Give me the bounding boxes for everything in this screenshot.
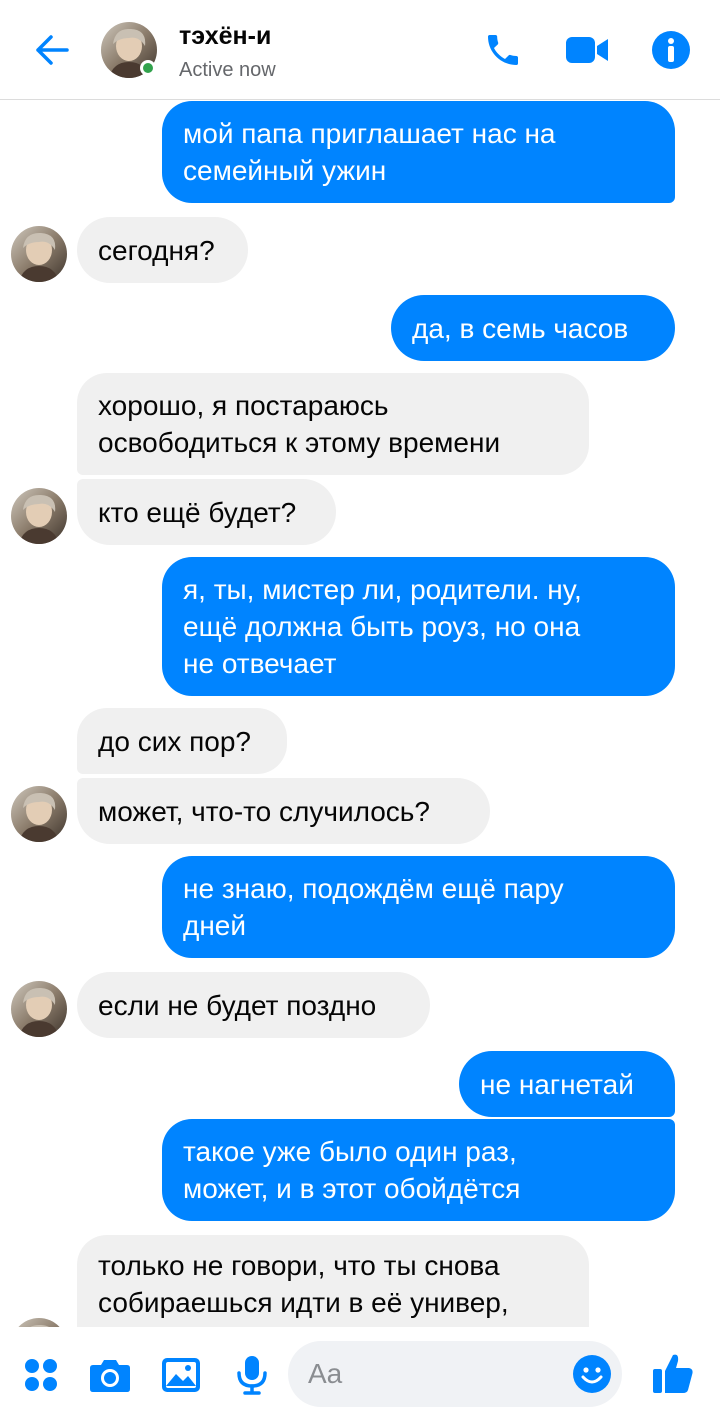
message-bubble-incoming[interactable]: если не будет поздно xyxy=(77,972,430,1038)
like-button[interactable] xyxy=(649,1349,697,1397)
message-bubble-incoming[interactable]: только не говори, что ты снова собираешь… xyxy=(77,1235,589,1327)
video-camera-icon xyxy=(566,37,608,63)
camera-button[interactable] xyxy=(88,1353,132,1397)
gallery-button[interactable] xyxy=(159,1353,203,1397)
message-bubble-incoming[interactable]: может, что-то случилось? xyxy=(77,778,490,844)
voice-message-button[interactable] xyxy=(230,1353,274,1397)
contact-status: Active now xyxy=(179,59,276,81)
sender-avatar[interactable] xyxy=(11,226,67,282)
message-bubble-outgoing[interactable]: такое уже было один раз, может, и в этот… xyxy=(162,1119,675,1221)
smiley-emoji-icon xyxy=(573,1355,611,1393)
info-icon xyxy=(652,31,690,69)
video-call-button[interactable] xyxy=(565,28,609,72)
emoji-button[interactable] xyxy=(572,1354,612,1394)
sender-avatar[interactable] xyxy=(11,1318,67,1327)
call-button[interactable] xyxy=(481,28,525,72)
message-list[interactable]: мой папа приглашает нас на семейный ужин… xyxy=(0,101,720,1327)
sender-avatar[interactable] xyxy=(11,981,67,1037)
message-bubble-outgoing[interactable]: не нагнетай xyxy=(459,1051,675,1117)
image-icon xyxy=(162,1358,200,1392)
composer-bar xyxy=(0,1327,720,1424)
message-bubble-outgoing[interactable]: мой папа приглашает нас на семейный ужин xyxy=(162,101,675,203)
message-bubble-outgoing[interactable]: не знаю, подождём ещё пару дней xyxy=(162,856,675,958)
four-dots-menu-icon xyxy=(25,1359,57,1391)
message-bubble-incoming[interactable]: кто ещё будет? xyxy=(77,479,336,545)
camera-icon xyxy=(90,1360,130,1392)
info-button[interactable] xyxy=(649,28,693,72)
contact-name[interactable]: тэхён-и xyxy=(179,22,271,51)
phone-icon xyxy=(488,35,518,65)
message-bubble-outgoing[interactable]: я, ты, мистер ли, родители. ну, ещё долж… xyxy=(162,557,675,696)
message-bubble-incoming[interactable]: до сих пор? xyxy=(77,708,287,774)
thumbs-up-icon xyxy=(653,1354,693,1393)
online-status-dot xyxy=(140,60,156,76)
sender-avatar[interactable] xyxy=(11,786,67,842)
chat-header: тэхён-и Active now xyxy=(0,0,720,100)
more-actions-button[interactable] xyxy=(19,1353,63,1397)
arrow-left-icon xyxy=(36,35,69,65)
microphone-icon xyxy=(237,1356,267,1395)
sender-avatar[interactable] xyxy=(11,488,67,544)
message-bubble-incoming[interactable]: хорошо, я постараюсь освободиться к этом… xyxy=(77,373,589,475)
back-button[interactable] xyxy=(30,28,74,72)
message-bubble-outgoing[interactable]: да, в семь часов xyxy=(391,295,675,361)
message-bubble-incoming[interactable]: сегодня? xyxy=(77,217,248,283)
